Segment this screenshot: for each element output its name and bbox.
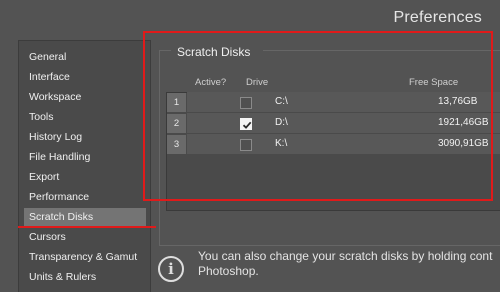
sidebar-item-interface[interactable]: Interface: [24, 68, 146, 87]
sidebar-item-general[interactable]: General: [24, 48, 146, 67]
section-title: Scratch Disks: [177, 45, 251, 59]
title-bar: Preferences: [0, 0, 500, 36]
free-space-cell: 13,76GB: [438, 96, 478, 107]
info-message: You can also change your scratch disks b…: [198, 249, 493, 278]
free-space-cell: 3090,91GB: [438, 138, 489, 149]
sidebar-item-file-handling[interactable]: File Handling: [24, 148, 146, 167]
active-checkbox[interactable]: [240, 118, 252, 130]
scratch-disks-panel: Scratch Disks Active? Drive Free Space 1…: [155, 40, 500, 246]
sidebar-item-workspace[interactable]: Workspace: [24, 88, 146, 107]
column-header-active: Active?: [195, 77, 227, 88]
window-title: Preferences: [393, 9, 482, 26]
drive-cell: K:\: [275, 138, 288, 149]
checkmark-icon: [242, 121, 252, 129]
info-icon: i: [158, 256, 184, 282]
drive-cell: C:\: [275, 96, 288, 107]
table-row[interactable]: 2 D:\ 1921,46GB: [166, 113, 500, 134]
table-row[interactable]: 3 K:\ 3090,91GB: [166, 134, 500, 155]
sidebar-item-units-rulers[interactable]: Units & Rulers: [24, 268, 146, 287]
row-number: 1: [167, 93, 186, 112]
active-checkbox[interactable]: [240, 139, 252, 151]
preferences-sidebar: General Interface Workspace Tools Histor…: [18, 40, 151, 292]
highlight-underline: [18, 226, 156, 228]
sidebar-item-scratch-disks[interactable]: Scratch Disks: [24, 208, 146, 227]
sidebar-item-tools[interactable]: Tools: [24, 108, 146, 127]
sidebar-item-export[interactable]: Export: [24, 168, 146, 187]
drive-cell: D:\: [275, 117, 288, 128]
column-header-drive: Drive: [246, 77, 269, 88]
active-checkbox[interactable]: [240, 97, 252, 109]
sidebar-item-transparency-gamut[interactable]: Transparency & Gamut: [24, 248, 146, 267]
sidebar-item-performance[interactable]: Performance: [24, 188, 146, 207]
free-space-cell: 1921,46GB: [438, 117, 489, 128]
row-number: 3: [167, 135, 186, 154]
column-header-free-space: Free Space: [409, 77, 459, 88]
table-row[interactable]: 1 C:\ 13,76GB: [166, 92, 500, 113]
sidebar-item-history-log[interactable]: History Log: [24, 128, 146, 147]
sidebar-item-cursors[interactable]: Cursors: [24, 228, 146, 247]
row-number: 2: [167, 114, 186, 133]
